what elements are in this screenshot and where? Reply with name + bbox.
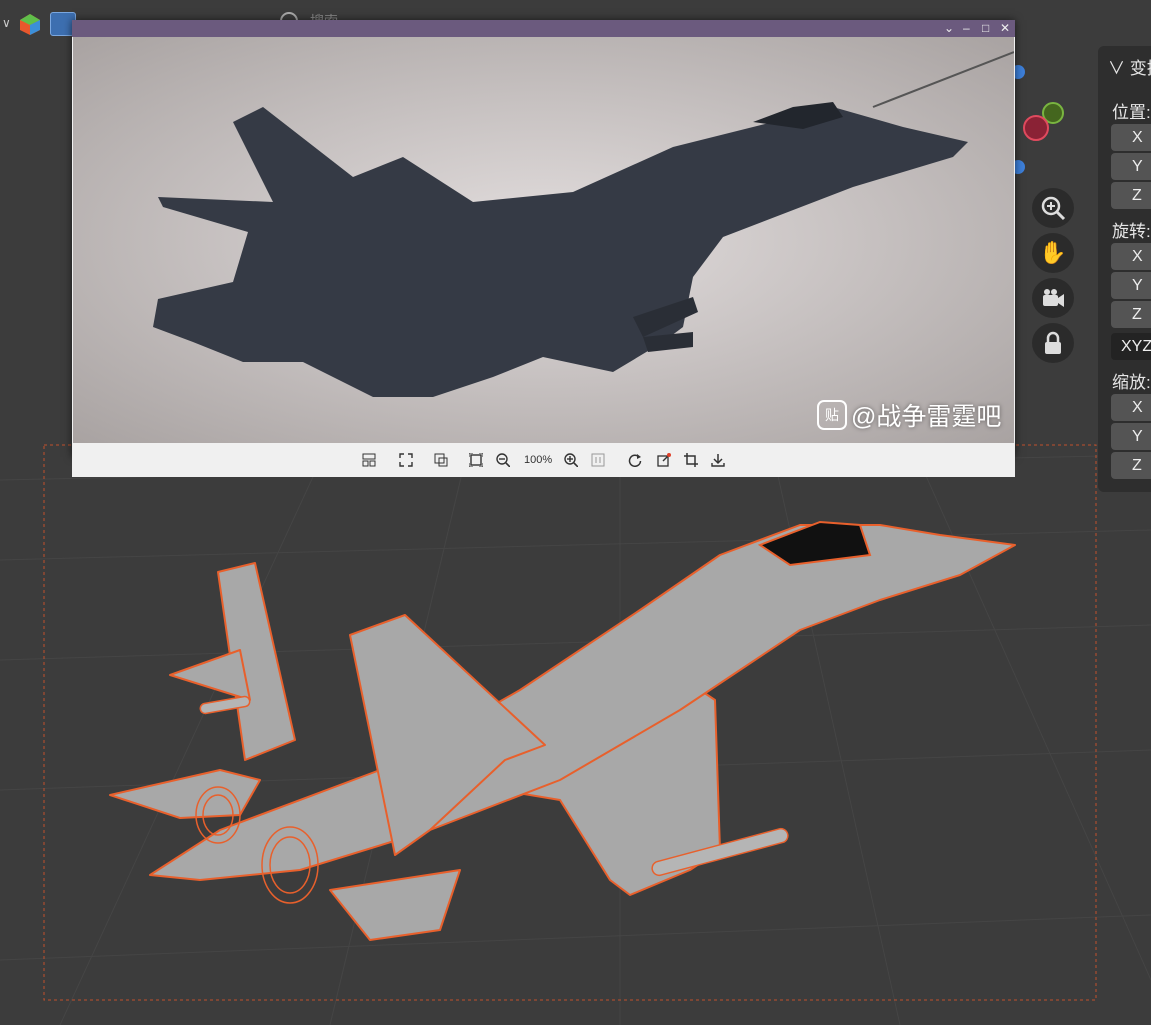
zoom-level: 100% <box>524 454 553 466</box>
chevron-down-icon[interactable]: ∨ <box>2 16 11 30</box>
download-icon[interactable] <box>711 453 725 467</box>
maximize-icon[interactable]: □ <box>982 21 989 35</box>
rotation-label: 旋转: <box>1112 222 1151 241</box>
layout-icon[interactable] <box>362 453 376 467</box>
rotation-y-field[interactable]: Y <box>1111 272 1151 299</box>
scale-y-field[interactable]: Y <box>1111 423 1151 450</box>
actual-size-icon[interactable] <box>591 453 605 467</box>
fit-screen-icon[interactable] <box>399 453 413 467</box>
rotate-icon[interactable] <box>628 453 642 467</box>
viewer-toolbar: 100% <box>72 443 1015 477</box>
scale-label: 缩放: <box>1112 373 1151 392</box>
original-size-icon[interactable] <box>469 453 483 467</box>
close-icon[interactable]: ✕ <box>1000 21 1010 35</box>
hand-pan-icon[interactable]: ✋ <box>1032 233 1074 273</box>
scale-x-field[interactable]: X <box>1111 394 1151 421</box>
jet-model <box>109 524 1016 941</box>
ocr-icon[interactable] <box>434 453 448 467</box>
zoom-out-icon[interactable] <box>496 453 510 467</box>
photo-watermark: @战争雷霆吧 <box>851 403 1002 431</box>
open-external-icon[interactable] <box>657 453 671 467</box>
image-viewer-window[interactable]: ⌄ – □ ✕ 贴 @战争雷霆吧 100% <box>72 20 1015 477</box>
rotation-z-field[interactable]: Z <box>1111 301 1151 328</box>
scale-z-field[interactable]: Z <box>1111 452 1151 479</box>
location-x-field[interactable]: X <box>1111 124 1151 151</box>
lock-icon[interactable] <box>1032 323 1074 363</box>
zoom-in-icon[interactable] <box>564 453 578 467</box>
tieba-logo-icon: 贴 <box>817 400 847 430</box>
location-z-field[interactable]: Z <box>1111 182 1151 209</box>
location-label: 位置: <box>1112 103 1151 122</box>
camera-icon[interactable] <box>1032 278 1074 318</box>
object-mode-icon[interactable] <box>18 12 42 35</box>
location-y-field[interactable]: Y <box>1111 153 1151 180</box>
zoom-icon[interactable] <box>1032 188 1074 228</box>
axis-gizmo[interactable] <box>1015 55 1075 175</box>
panel-header[interactable]: ∨ 变换 <box>1108 54 1151 79</box>
crop-icon[interactable] <box>684 453 698 467</box>
jet-photo: 贴 @战争雷霆吧 <box>73 37 1014 443</box>
rotation-mode-select[interactable]: XYZ <box>1111 333 1151 360</box>
minimize-icon[interactable]: – <box>963 21 970 35</box>
rotation-x-field[interactable]: X <box>1111 243 1151 270</box>
chevron-down-icon[interactable]: ⌄ <box>944 21 954 35</box>
transform-panel: ∨ 变换 位置: X Y Z 旋转: X Y Z XYZ 缩放: X Y Z <box>1098 46 1151 492</box>
viewer-titlebar[interactable]: ⌄ – □ ✕ <box>72 20 1015 37</box>
chevron-down-icon: ∨ <box>1108 59 1130 78</box>
